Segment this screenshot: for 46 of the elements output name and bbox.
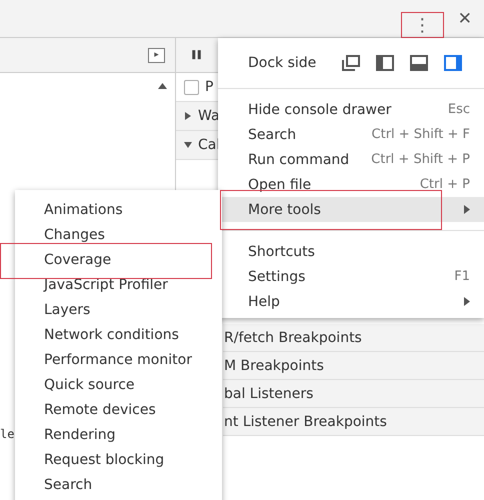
- menu-item[interactable]: Quick source: [15, 372, 222, 397]
- dock-side-label: Dock side: [248, 55, 316, 71]
- undock-icon[interactable]: [342, 55, 360, 71]
- section-header[interactable]: M Breakpoints: [223, 352, 484, 380]
- panel-toggle-button[interactable]: ▸: [148, 48, 165, 62]
- menu-item[interactable]: Remote devices: [15, 397, 222, 422]
- checkbox[interactable]: [184, 80, 199, 94]
- menu-item[interactable]: Network conditions: [15, 322, 222, 347]
- code-text: le: [0, 427, 14, 441]
- menu-item[interactable]: Run command Ctrl + Shift + P: [218, 147, 484, 172]
- menu-item[interactable]: Search Ctrl + Shift + F: [218, 122, 484, 147]
- shortcut-text: F1: [454, 269, 470, 284]
- menu-item[interactable]: Open file Ctrl + P: [218, 172, 484, 197]
- expand-triangle-icon[interactable]: [184, 112, 192, 120]
- menu-item-label: Shortcuts: [248, 244, 315, 260]
- menu-item[interactable]: Search: [15, 472, 222, 497]
- dock-left-icon[interactable]: [376, 55, 394, 71]
- menu-item-label: Help: [248, 294, 280, 310]
- shortcut-text: Ctrl + Shift + F: [372, 127, 470, 142]
- section-header[interactable]: bal Listeners: [223, 380, 484, 408]
- shortcut-text: Esc: [448, 102, 470, 117]
- scroll-up-icon[interactable]: [158, 83, 167, 89]
- section-header[interactable]: R/fetch Breakpoints: [223, 324, 484, 352]
- submenu-arrow-icon: [464, 297, 470, 306]
- menu-item-label: Open file: [248, 176, 312, 192]
- shortcut-text: Ctrl + P: [420, 177, 470, 192]
- shortcut-text: Ctrl + Shift + P: [371, 152, 470, 167]
- menu-item-label: Run command: [248, 152, 350, 168]
- menu-item-label: Search: [248, 126, 296, 142]
- section-label: P: [205, 79, 214, 95]
- section-header[interactable]: Wa: [198, 108, 220, 124]
- menu-item[interactable]: Hide console drawer Esc: [218, 97, 484, 122]
- more-options-button[interactable]: ⋮: [400, 12, 444, 38]
- menu-item[interactable]: Performance monitor: [15, 347, 222, 372]
- collapse-triangle-icon[interactable]: [184, 141, 192, 149]
- section-header[interactable]: nt Listener Breakpoints: [223, 408, 484, 436]
- dock-bottom-icon[interactable]: [410, 55, 428, 71]
- menu-item[interactable]: Request blocking: [15, 447, 222, 472]
- dock-right-icon[interactable]: [444, 55, 462, 71]
- menu-item[interactable]: Rendering: [15, 422, 222, 447]
- pause-button[interactable]: ❚❚: [190, 50, 202, 60]
- menu-item-label: Settings: [248, 268, 306, 284]
- close-button[interactable]: ✕: [458, 8, 472, 28]
- menu-item-label: Hide console drawer: [248, 102, 392, 118]
- submenu-arrow-icon: [464, 205, 470, 214]
- menu-item-label: More tools: [248, 202, 321, 218]
